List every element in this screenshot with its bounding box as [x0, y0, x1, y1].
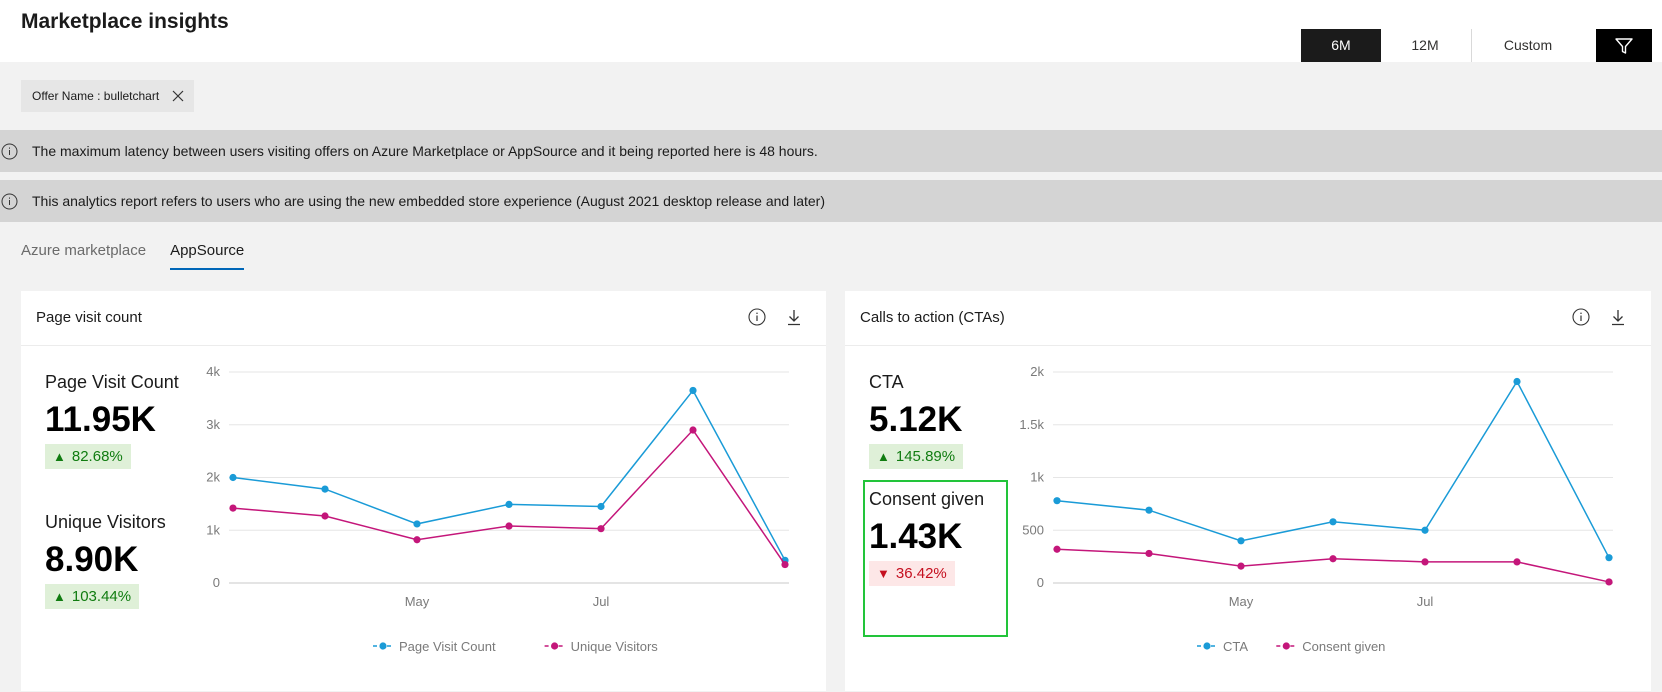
- legend-marker: [1282, 642, 1290, 650]
- card-title: Page visit count: [36, 309, 142, 326]
- data-point[interactable]: [505, 500, 513, 509]
- legend-marker: [551, 642, 559, 650]
- data-point[interactable]: [1605, 554, 1613, 562]
- filter-chip: Offer Name : bulletchart: [21, 80, 194, 112]
- legend-marker: [1203, 642, 1211, 650]
- y-tick-label: 1k: [206, 522, 220, 537]
- legend-label[interactable]: CTA: [1223, 639, 1248, 654]
- series-line: [1056, 379, 1610, 559]
- page-title: Marketplace insights: [21, 10, 229, 33]
- series-line: [232, 389, 786, 561]
- download-icon[interactable]: [1607, 306, 1629, 328]
- legend-label[interactable]: Page Visit Count: [399, 639, 496, 654]
- data-point[interactable]: [1237, 537, 1245, 545]
- info-icon: [1, 143, 18, 160]
- data-point[interactable]: [781, 560, 789, 569]
- range-6m-button[interactable]: 6M: [1301, 29, 1381, 62]
- tab-appsource[interactable]: AppSource: [170, 242, 245, 270]
- data-point[interactable]: [1513, 558, 1521, 566]
- info-banner-embedded: This analytics report refers to users wh…: [0, 180, 1662, 222]
- data-point[interactable]: [1145, 506, 1153, 514]
- data-point[interactable]: [1053, 497, 1061, 505]
- y-tick-label: 2k: [206, 470, 220, 485]
- data-point[interactable]: [413, 520, 421, 528]
- filter-button[interactable]: [1596, 29, 1652, 62]
- data-point[interactable]: [1513, 377, 1521, 386]
- page-visit-card: Page visit count Page Visit Count 11.95K…: [21, 291, 826, 691]
- data-point[interactable]: [1421, 558, 1429, 566]
- range-divider: [1471, 29, 1472, 62]
- card-title: Calls to action (CTAs): [860, 309, 1005, 326]
- series-line: [1056, 548, 1610, 583]
- tab-azure-marketplace[interactable]: Azure marketplace: [21, 242, 146, 270]
- data-point[interactable]: [689, 386, 697, 395]
- filter-chip-label: Offer Name : bulletchart: [32, 89, 160, 103]
- y-tick-label: 4k: [206, 364, 220, 379]
- y-tick-label: 2k: [1030, 364, 1044, 379]
- info-icon: [1, 193, 18, 210]
- data-point[interactable]: [413, 536, 421, 544]
- data-point[interactable]: [1421, 526, 1429, 534]
- y-tick-label: 3k: [206, 417, 220, 432]
- x-tick-label: Jul: [1417, 594, 1434, 609]
- range-custom-button[interactable]: Custom: [1474, 29, 1582, 62]
- y-tick-label: 500: [1022, 522, 1044, 537]
- marketplace-tabs: Azure marketplace AppSource: [21, 242, 245, 270]
- data-point[interactable]: [1053, 545, 1061, 553]
- info-icon[interactable]: [1570, 306, 1592, 328]
- data-point[interactable]: [321, 485, 329, 493]
- data-point[interactable]: [1145, 549, 1153, 558]
- data-point[interactable]: [229, 504, 237, 512]
- y-tick-label: 1k: [1030, 470, 1044, 485]
- data-point[interactable]: [505, 522, 513, 530]
- data-point[interactable]: [1329, 555, 1337, 563]
- filter-icon: [1615, 37, 1633, 54]
- page-visit-chart: 0 1k 2k 3k 4k May Jul Page Visit Count Unique Vi…: [206, 364, 789, 654]
- x-tick-label: Jul: [593, 594, 610, 609]
- series-line: [232, 428, 786, 565]
- data-point[interactable]: [597, 525, 605, 533]
- info-icon[interactable]: [746, 306, 768, 328]
- data-point[interactable]: [689, 426, 697, 434]
- data-point[interactable]: [321, 512, 329, 520]
- legend-label[interactable]: Consent given: [1302, 639, 1385, 654]
- y-tick-label: 1.5k: [1019, 417, 1044, 432]
- date-range-selector: 6M 12M Custom: [1301, 29, 1582, 62]
- x-tick-label: May: [1229, 594, 1254, 609]
- data-point[interactable]: [229, 473, 237, 482]
- data-point[interactable]: [1237, 562, 1245, 570]
- highlight-box: [863, 480, 1008, 637]
- data-point[interactable]: [597, 502, 605, 511]
- legend-marker: [379, 642, 387, 650]
- y-tick-label: 0: [1037, 575, 1044, 590]
- close-icon[interactable]: [172, 90, 184, 102]
- download-icon[interactable]: [783, 306, 805, 328]
- card-header: Calls to action (CTAs): [845, 291, 1651, 346]
- card-header: Page visit count: [21, 291, 826, 346]
- data-point[interactable]: [1329, 518, 1337, 526]
- range-12m-button[interactable]: 12M: [1381, 29, 1469, 62]
- header-bar: Marketplace insights 6M 12M Custom: [0, 0, 1662, 62]
- info-banner-latency: The maximum latency between users visiti…: [0, 130, 1662, 172]
- info-banner-text: This analytics report refers to users wh…: [32, 193, 825, 209]
- y-tick-label: 0: [213, 575, 220, 590]
- data-point[interactable]: [1605, 578, 1613, 586]
- info-banner-text: The maximum latency between users visiti…: [32, 143, 818, 159]
- legend-label[interactable]: Unique Visitors: [571, 639, 659, 654]
- x-tick-label: May: [405, 594, 430, 609]
